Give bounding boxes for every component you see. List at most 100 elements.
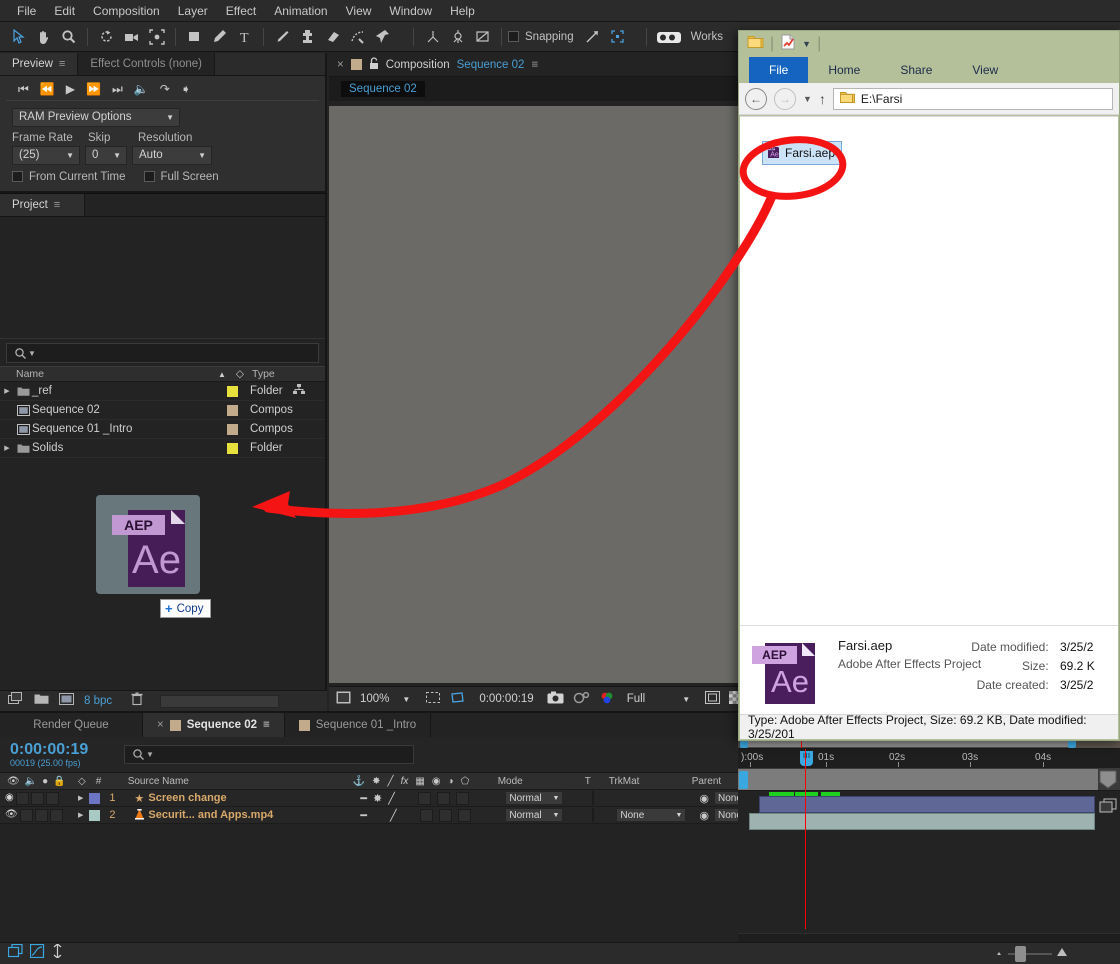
- snap-target-icon[interactable]: [605, 25, 630, 49]
- region-of-interest-icon[interactable]: [705, 691, 721, 707]
- roto-brush-tool[interactable]: [345, 25, 370, 49]
- customize-toolbar-icon[interactable]: ▼: [802, 39, 811, 49]
- magnification-value[interactable]: 100%: [360, 693, 389, 705]
- from-current-time-checkbox[interactable]: [12, 171, 23, 182]
- hand-tool[interactable]: [31, 25, 56, 49]
- disclosure-triangle-icon[interactable]: ▶: [78, 794, 83, 802]
- zoom-tool[interactable]: [56, 25, 81, 49]
- column-type[interactable]: Type: [244, 368, 275, 380]
- skip-dropdown[interactable]: 0 ▼: [85, 145, 127, 165]
- shy-toggle-icon[interactable]: ━: [360, 809, 367, 822]
- workspace-label[interactable]: Works: [691, 31, 723, 43]
- adjustment-toggle[interactable]: [455, 791, 469, 805]
- ram-preview-options-dropdown[interactable]: RAM Preview Options ▼: [12, 107, 180, 127]
- bit-depth-label[interactable]: 8 bpc: [84, 695, 112, 707]
- brush-tool[interactable]: [270, 25, 295, 49]
- preserve-transparency-toggle[interactable]: [592, 791, 595, 805]
- frame-blend-toggle[interactable]: [419, 808, 433, 822]
- disclosure-triangle-icon[interactable]: ▶: [0, 387, 14, 395]
- composition-canvas[interactable]: [329, 106, 738, 683]
- project-search-input[interactable]: ▼: [6, 343, 319, 363]
- motion-blur-toggle[interactable]: [436, 791, 450, 805]
- label-swatch[interactable]: [227, 404, 238, 416]
- frame-rate-dropdown[interactable]: (25) ▼: [12, 145, 80, 165]
- explorer-file-list[interactable]: AEP Ae Farsi.aep: [740, 116, 1118, 625]
- comp-marker-icon[interactable]: [1099, 770, 1117, 794]
- label-swatch[interactable]: [89, 809, 101, 821]
- zoom-in-icon[interactable]: [1054, 945, 1070, 963]
- clone-stamp-tool[interactable]: [295, 25, 320, 49]
- type-tool[interactable]: T: [232, 25, 257, 49]
- play-icon[interactable]: ▶: [66, 83, 75, 95]
- menu-item-effect[interactable]: Effect: [217, 1, 265, 21]
- video-visibility-toggle[interactable]: 👁: [5, 809, 18, 822]
- current-time-indicator[interactable]: [800, 751, 813, 766]
- label-swatch[interactable]: [89, 792, 101, 804]
- panel-menu-icon[interactable]: ≡: [531, 59, 538, 71]
- new-folder-icon[interactable]: [34, 692, 49, 710]
- chevron-down-icon[interactable]: ▼: [402, 695, 410, 704]
- list-item[interactable]: AEP Ae Farsi.aep: [762, 141, 843, 165]
- tab-render-queue[interactable]: Render Queue: [0, 713, 143, 737]
- lock-toggle[interactable]: [45, 791, 59, 805]
- preserve-transparency-toggle[interactable]: [592, 808, 595, 822]
- workspace-icon[interactable]: [653, 25, 685, 49]
- ribbon-tab-share[interactable]: Share: [880, 57, 952, 83]
- table-row[interactable]: ▶ _ref Folder: [0, 382, 325, 401]
- new-comp-icon[interactable]: [8, 691, 24, 711]
- menu-item-composition[interactable]: Composition: [84, 1, 169, 21]
- shape-tool[interactable]: [182, 25, 207, 49]
- timeline-search-input[interactable]: ▼: [124, 745, 414, 764]
- full-screen-checkbox[interactable]: [143, 171, 155, 182]
- snapping-checkbox[interactable]: [508, 31, 519, 42]
- menu-item-view[interactable]: View: [337, 1, 381, 21]
- menu-item-file[interactable]: File: [8, 1, 45, 21]
- parent-pickwhip-icon[interactable]: ◉: [699, 792, 709, 805]
- always-preview-icon[interactable]: [336, 691, 351, 707]
- parent-pickwhip-icon[interactable]: ◉: [699, 809, 709, 822]
- menu-item-help[interactable]: Help: [441, 1, 484, 21]
- close-icon[interactable]: ×: [337, 59, 344, 71]
- zoom-out-icon[interactable]: [992, 945, 1006, 963]
- audio-toggle[interactable]: [19, 808, 33, 822]
- panel-menu-icon[interactable]: ≡: [263, 719, 270, 731]
- world-axis-icon[interactable]: [445, 25, 470, 49]
- safe-zones-icon[interactable]: [425, 691, 441, 708]
- rotation-tool[interactable]: [94, 25, 119, 49]
- tab-sequence-01-intro[interactable]: Sequence 01 _Intro: [284, 713, 432, 737]
- last-frame-icon[interactable]: ⏭: [112, 83, 123, 95]
- audio-icon[interactable]: 🔈: [134, 83, 149, 95]
- quality-icon[interactable]: ╱: [390, 809, 397, 822]
- back-button[interactable]: ←: [745, 87, 767, 110]
- table-row[interactable]: Sequence 02 Compos: [0, 401, 325, 420]
- view-axis-icon[interactable]: [470, 25, 495, 49]
- work-area-bar[interactable]: [738, 769, 1120, 791]
- quality-icon[interactable]: ╱: [388, 792, 395, 805]
- eraser-tool[interactable]: [320, 25, 345, 49]
- snapshot-icon[interactable]: [547, 691, 564, 707]
- close-icon[interactable]: ×: [157, 719, 164, 731]
- zoom-slider-thumb[interactable]: [1015, 945, 1026, 962]
- panel-menu-icon[interactable]: ≡: [59, 58, 65, 70]
- local-axis-icon[interactable]: [420, 25, 445, 49]
- work-area-start-handle[interactable]: [739, 771, 748, 789]
- table-row[interactable]: ▶ Solids Folder: [0, 439, 325, 458]
- lock-toggle[interactable]: [49, 808, 63, 822]
- motion-blur-toggle[interactable]: [438, 808, 452, 822]
- next-frame-icon[interactable]: ⏩: [86, 83, 101, 95]
- adjustment-toggle[interactable]: [457, 808, 471, 822]
- mask-path-icon[interactable]: [450, 691, 466, 708]
- disclosure-triangle-icon[interactable]: ▶: [78, 811, 83, 819]
- ram-preview-icon[interactable]: ➧: [181, 83, 191, 95]
- table-row[interactable]: Sequence 01 _Intro Compos: [0, 420, 325, 439]
- time-ruler[interactable]: ):00s 01s 02s 03s 04s: [738, 749, 1120, 769]
- ribbon-tab-view[interactable]: View: [952, 57, 1018, 83]
- solo-toggle[interactable]: [30, 791, 44, 805]
- up-button[interactable]: ↑: [819, 91, 826, 107]
- tab-sequence-02[interactable]: × Sequence 02 ≡: [143, 713, 285, 737]
- menu-item-layer[interactable]: Layer: [169, 1, 217, 21]
- snap-arrow-icon[interactable]: [580, 25, 605, 49]
- menu-item-edit[interactable]: Edit: [45, 1, 84, 21]
- solo-toggle[interactable]: [34, 808, 48, 822]
- layer-mode-dropdown[interactable]: Normal ▼: [505, 808, 564, 822]
